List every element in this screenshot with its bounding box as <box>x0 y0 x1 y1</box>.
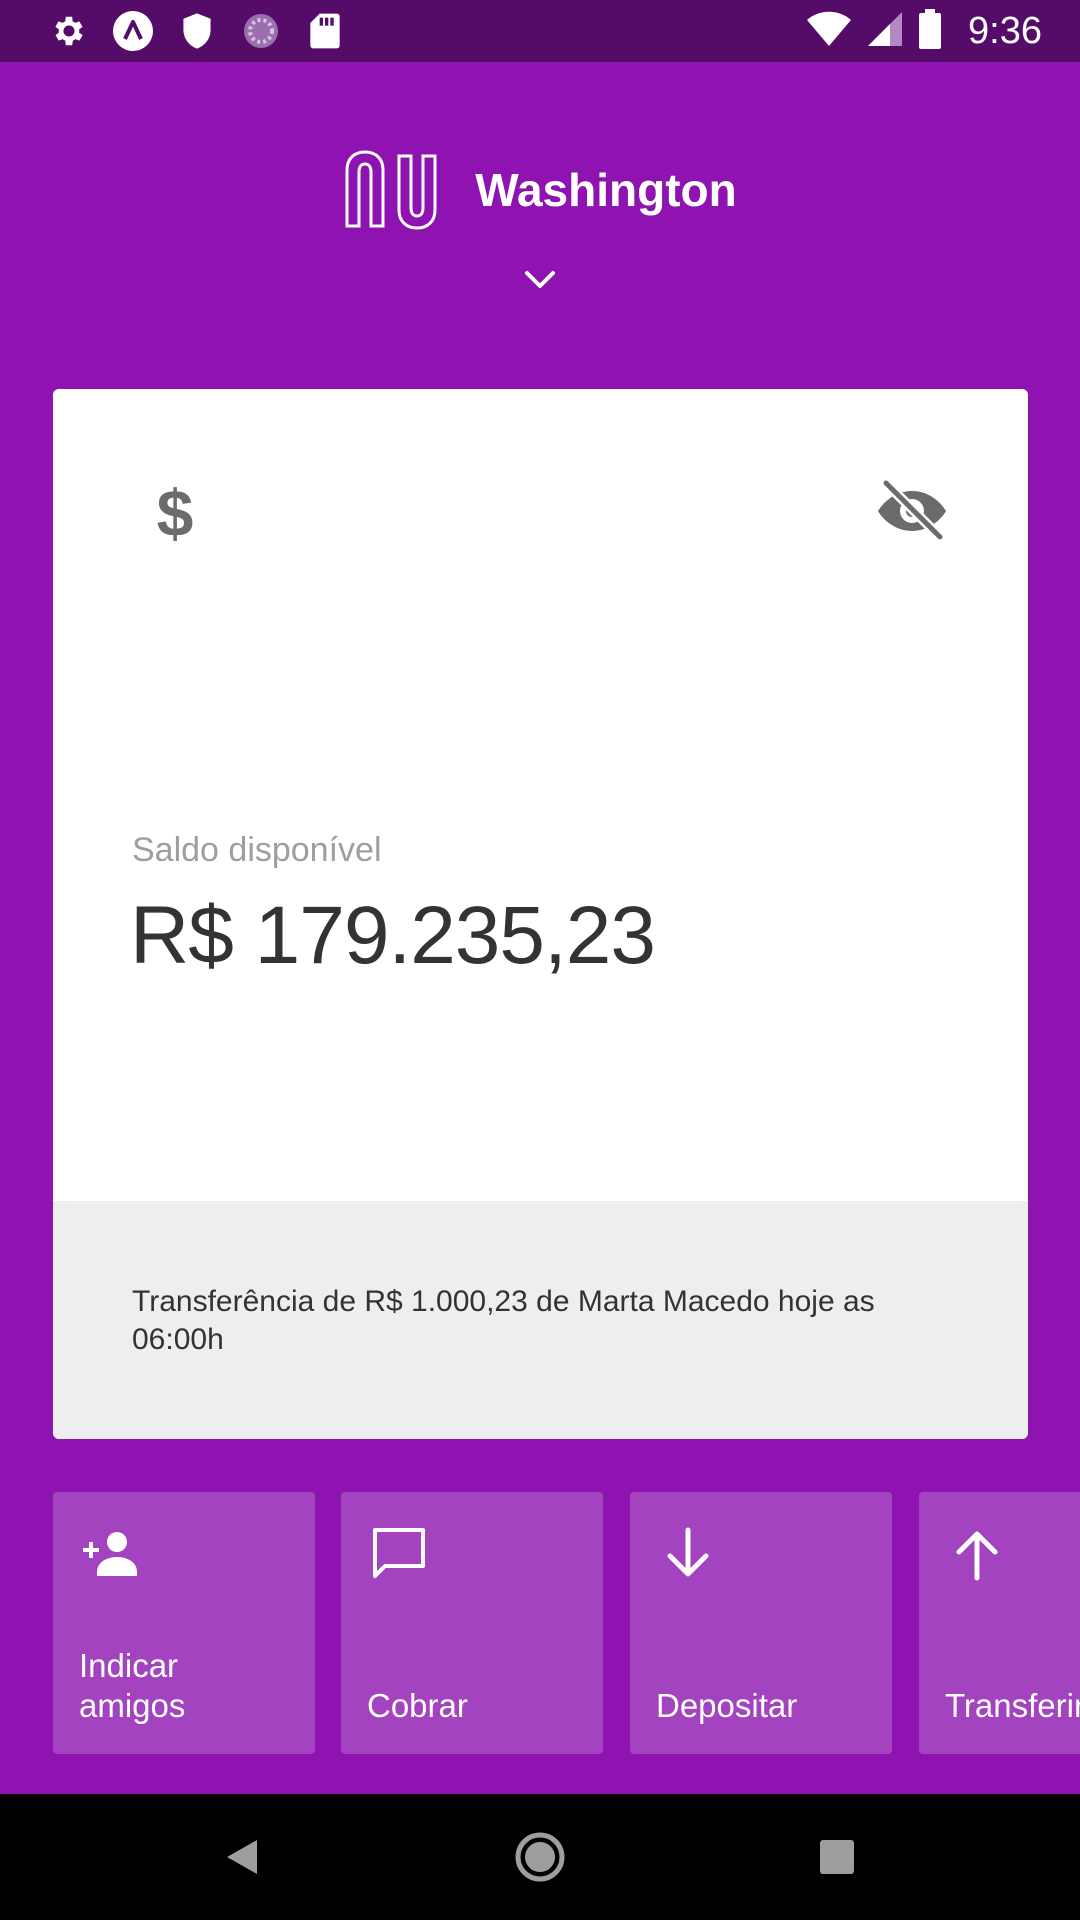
sync-icon <box>240 10 282 52</box>
status-right-icons: 9:36 <box>806 8 1042 54</box>
account-header[interactable]: Washington <box>0 140 1080 240</box>
action-depositar[interactable]: Depositar <box>630 1492 892 1754</box>
battery-icon <box>918 8 942 54</box>
status-left-icons <box>48 10 346 52</box>
action-cobrar[interactable]: Cobrar <box>341 1492 603 1754</box>
arrow-down-icon <box>667 1527 709 1577</box>
balance-value: R$ 179.235,23 <box>130 890 656 981</box>
status-bar: 9:36 <box>0 0 1080 62</box>
add-person-icon <box>83 1532 137 1576</box>
signal-icon <box>866 10 904 53</box>
balance-section: $ Saldo disponível R$ 179.235,23 <box>53 389 1028 1201</box>
wifi-icon <box>806 10 852 53</box>
chat-bubble-icon <box>373 1528 425 1578</box>
sd-card-icon <box>304 10 346 52</box>
shield-icon <box>176 10 218 52</box>
back-icon[interactable] <box>211 1826 273 1888</box>
action-label: Transferir <box>945 1687 1080 1724</box>
eye-off-icon[interactable] <box>876 475 948 547</box>
actions-row[interactable]: Indicar amigos Cobrar Depositar Transfer… <box>53 1492 1080 1754</box>
arrow-up-icon <box>956 1531 998 1581</box>
balance-label: Saldo disponível <box>132 831 382 869</box>
user-name: Washington <box>475 164 737 216</box>
last-transaction[interactable]: Transferência de R$ 1.000,23 de Marta Ma… <box>53 1201 1028 1439</box>
action-label: Depositar <box>656 1687 798 1724</box>
action-transferir[interactable]: Transferir <box>919 1492 1080 1754</box>
settings-icon <box>48 10 90 52</box>
transaction-text: Transferência de R$ 1.000,23 de Marta Ma… <box>132 1285 875 1356</box>
action-label: Cobrar <box>367 1687 468 1724</box>
action-indicar-amigos[interactable]: Indicar amigos <box>53 1492 315 1754</box>
dollar-icon: $ <box>156 476 194 550</box>
navigation-bar <box>0 1794 1080 1920</box>
action-label: Indicar amigos <box>79 1647 186 1724</box>
chevron-down-icon[interactable] <box>522 266 558 294</box>
clock-time: 9:36 <box>968 9 1042 52</box>
recents-icon[interactable] <box>806 1826 868 1888</box>
home-icon[interactable] <box>509 1826 571 1888</box>
app-a-icon <box>112 10 154 52</box>
nu-logo-icon <box>345 150 437 230</box>
account-card[interactable]: $ Saldo disponível R$ 179.235,23 Transfe… <box>53 389 1028 1439</box>
